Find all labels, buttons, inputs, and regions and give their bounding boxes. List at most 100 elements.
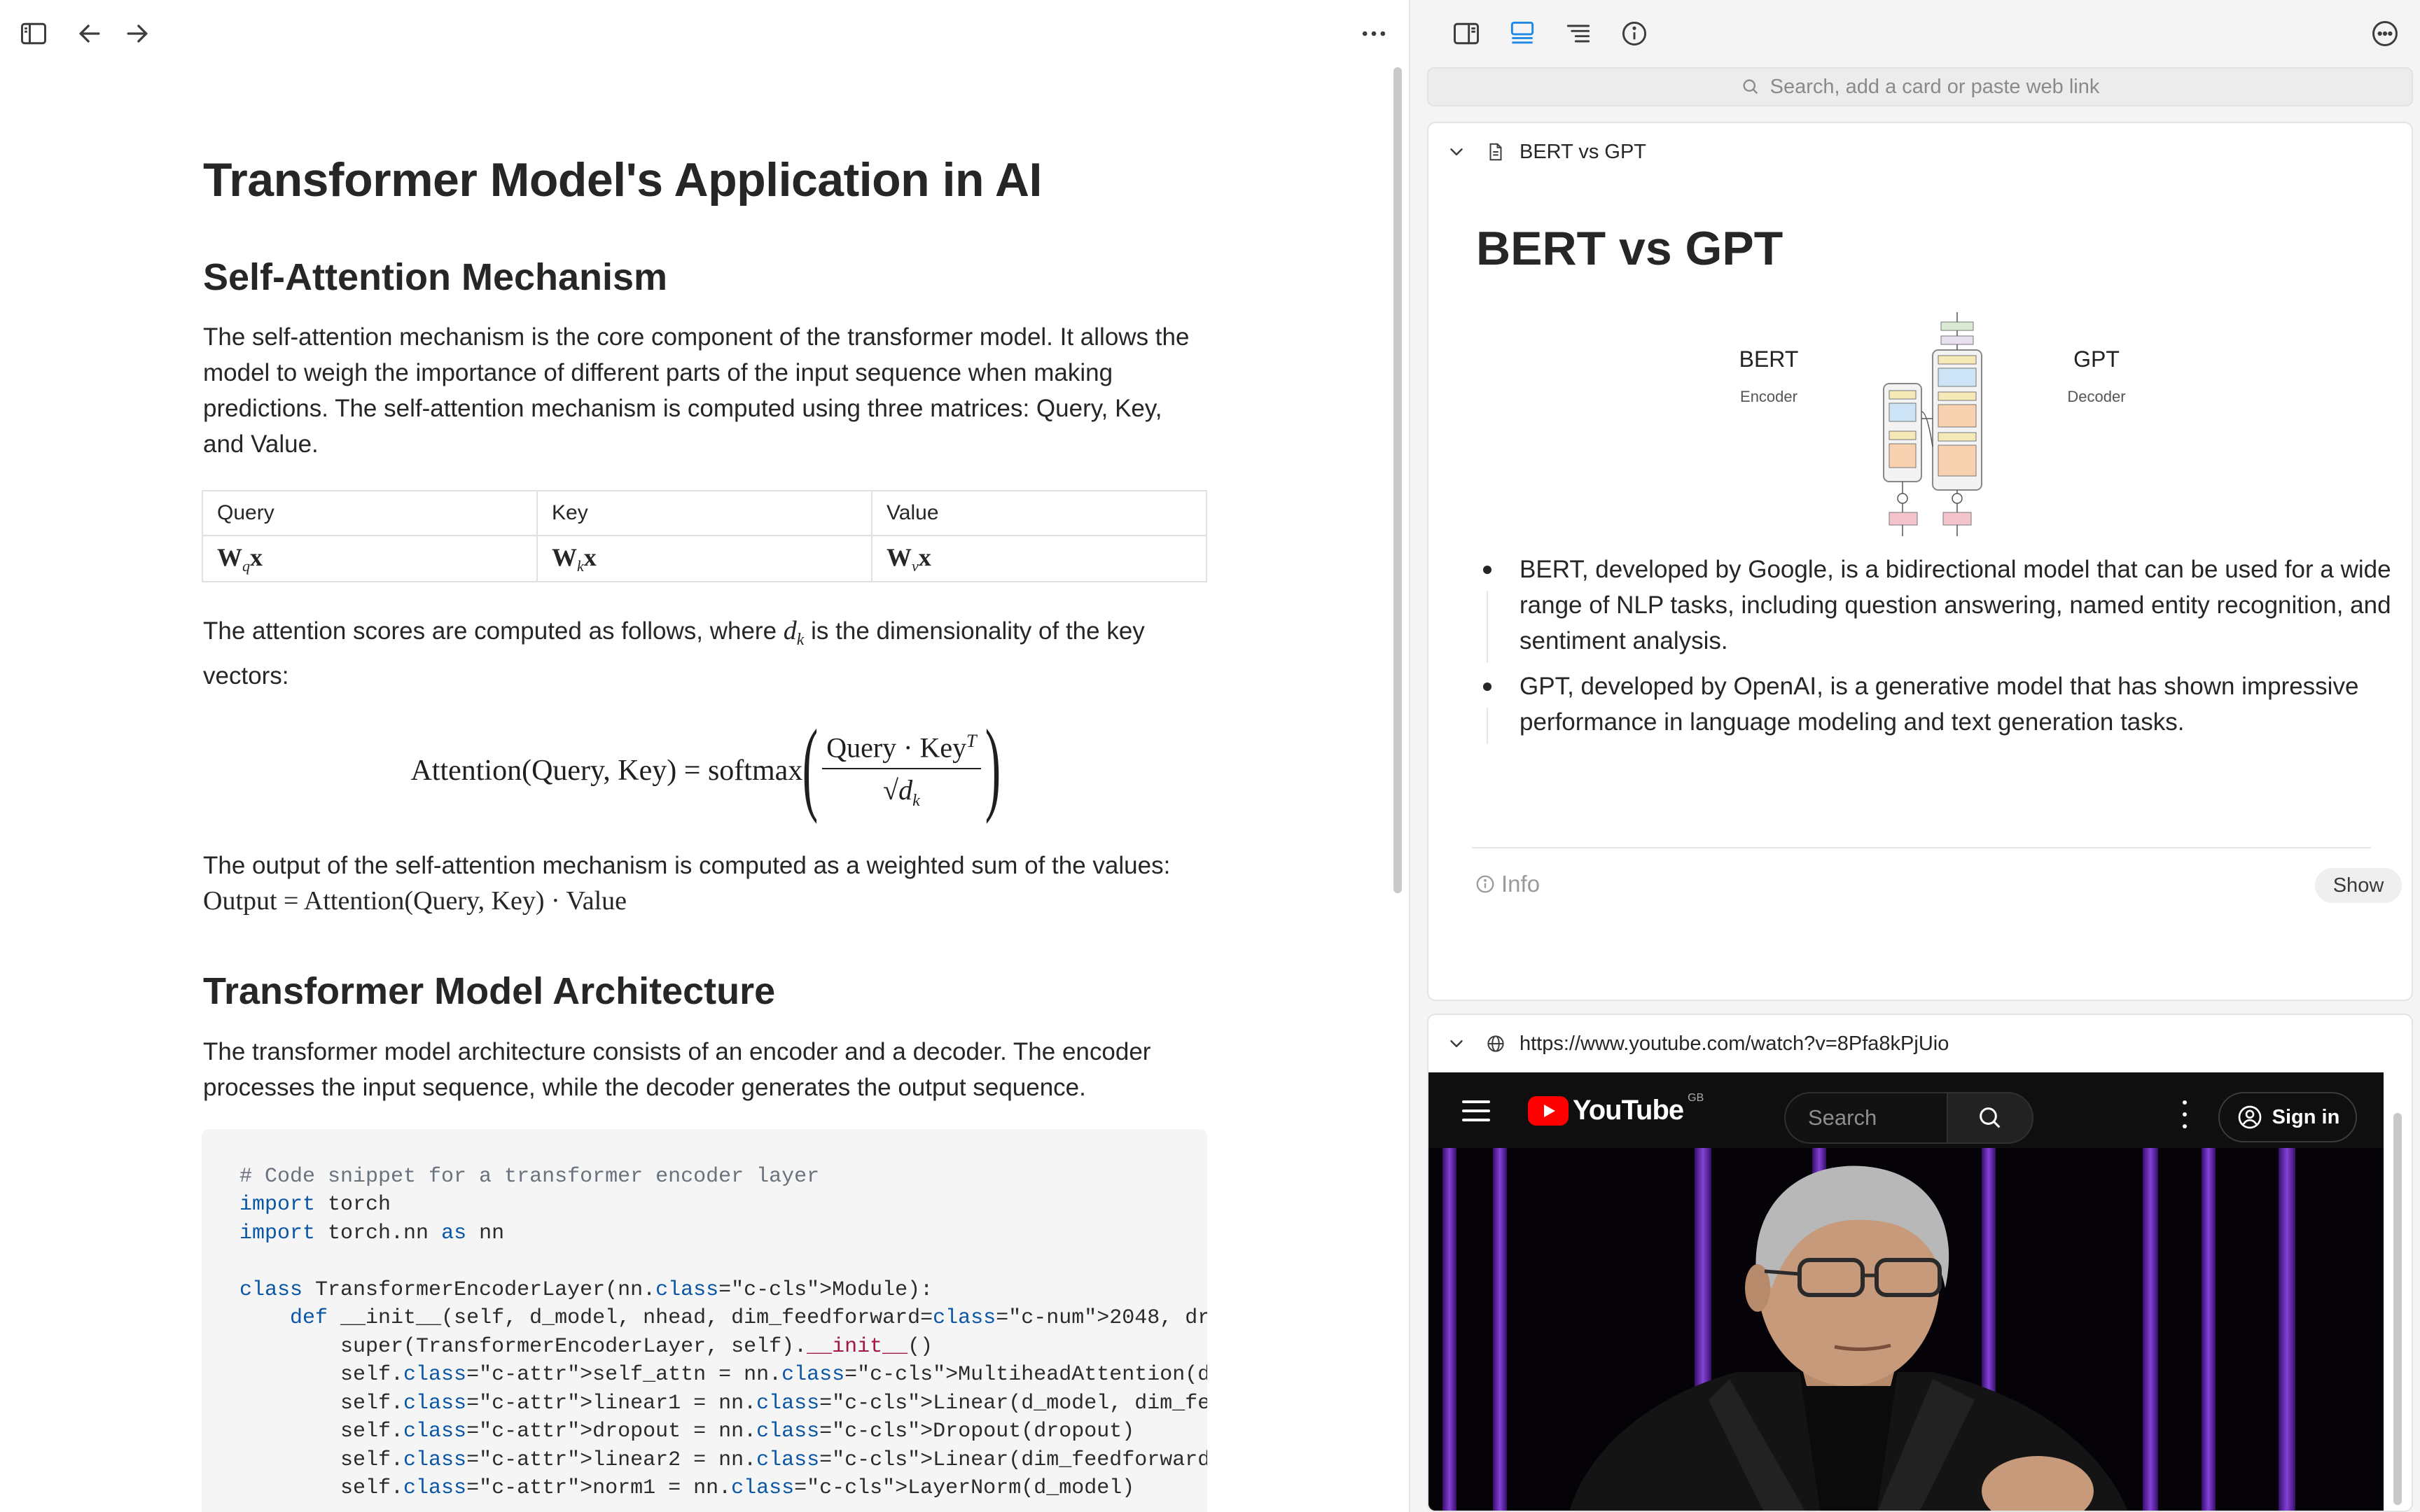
sidebar-toggle-icon[interactable]: [11, 11, 56, 56]
equation-numerator-sup: T: [966, 731, 977, 752]
info-circle-icon: [1476, 875, 1494, 893]
table-header-cell[interactable]: Query: [202, 490, 538, 537]
table-cell-math[interactable]: Wkx: [536, 535, 872, 583]
equation-denominator-text: √d: [883, 774, 913, 806]
code-line: class TransformerEncoderLayer(nn.class="…: [239, 1278, 933, 1302]
section-paragraph-self-attention[interactable]: The self-attention mechanism is the core…: [203, 319, 1208, 462]
more-horizontal-icon[interactable]: [1351, 11, 1396, 56]
card-info-row[interactable]: Info: [1475, 871, 1540, 897]
youtube-logo[interactable]: YouTube GB: [1528, 1091, 1704, 1126]
card-bert-vs-gpt[interactable]: BERT vs GPT BERT vs GPT BERT Encoder GPT…: [1427, 122, 2413, 1001]
document-body: Transformer Model's Application in AI Se…: [202, 154, 1208, 1512]
bullet-guide: [1487, 708, 1488, 744]
card-scrollbar[interactable]: [2393, 1113, 2402, 1505]
attention-paragraph[interactable]: The attention scores are computed as fol…: [203, 613, 1208, 694]
table-cell-math[interactable]: Wqx: [202, 535, 538, 583]
search-icon: [1743, 79, 1758, 94]
youtube-region: GB: [1688, 1091, 1704, 1104]
bullet-dot: [1483, 566, 1491, 574]
equation-right-paren: ): [985, 708, 1001, 825]
bullet-text: BERT, developed by Google, is a bidirect…: [1520, 556, 2391, 654]
card-url[interactable]: https://www.youtube.com/watch?v=8Pfa8kPj…: [1520, 1032, 1949, 1056]
chevron-down-icon[interactable]: [1444, 139, 1469, 164]
code-line: def __init__(self, d_model, nhead, dim_f…: [290, 1306, 1207, 1331]
equation-lhs: Attention(Query, Key) = softmax: [410, 755, 803, 788]
code-line: self.class="c-attr">norm1 = nn.class="c-…: [239, 1476, 1135, 1501]
equation-fraction: Query · KeyT √dk: [822, 731, 981, 811]
youtube-search-button[interactable]: [1947, 1092, 2033, 1144]
youtube-signin-button[interactable]: Sign in: [2218, 1092, 2357, 1142]
section-heading-self-attention[interactable]: Self-Attention Mechanism: [203, 256, 1208, 298]
equation-numerator: Query · KeyT: [822, 731, 981, 770]
bullet-guide: [1487, 591, 1488, 663]
code-line: self.class="c-attr">linear1 = nn.class="…: [239, 1391, 1207, 1415]
math-subscript: v: [912, 556, 919, 575]
card-bullet-list: BERT, developed by Google, is a bidirect…: [1483, 552, 2393, 750]
math-vector: x: [583, 542, 597, 571]
output-paragraph[interactable]: The output of the self-attention mechani…: [203, 848, 1208, 919]
youtube-signin-label: Sign in: [2272, 1105, 2340, 1128]
equation-denominator: √dk: [883, 769, 920, 811]
card-youtube-link[interactable]: https://www.youtube.com/watch?v=8Pfa8kPj…: [1427, 1014, 2413, 1512]
math-base: W: [217, 542, 242, 571]
attention-symbol: d: [783, 616, 797, 646]
youtube-video-frame[interactable]: [1428, 1148, 2384, 1511]
math-subscript: k: [577, 556, 584, 575]
panel-right-icon[interactable]: [1444, 11, 1489, 56]
code-line: import torch.nn as nn: [239, 1221, 505, 1245]
more-circle-icon[interactable]: [2363, 11, 2407, 56]
code-line: self.class="c-attr">linear2 = nn.class="…: [239, 1448, 1207, 1472]
equation-left-paren: (: [802, 708, 819, 825]
code-line: import torch: [239, 1193, 391, 1217]
search-placeholder: Search, add a card or paste web link: [1769, 75, 2100, 98]
editor-scrollbar[interactable]: [1393, 67, 1402, 893]
youtube-search-input[interactable]: Search: [1784, 1092, 1947, 1144]
diagram-left-subtitle: Encoder: [1740, 388, 1797, 405]
list-item[interactable]: GPT, developed by OpenAI, is a generativ…: [1483, 668, 2393, 744]
table-header-cell[interactable]: Key: [536, 490, 872, 537]
table-cell-math[interactable]: Wvx: [871, 535, 1207, 583]
card-header[interactable]: https://www.youtube.com/watch?v=8Pfa8kPj…: [1428, 1015, 2412, 1072]
code-line: # Code snippet for a transformer encoder…: [239, 1164, 820, 1189]
code-line: self.class="c-attr">self_attn = nn.class…: [239, 1363, 1207, 1387]
editor-pane: Transformer Model's Application in AI Se…: [0, 0, 1409, 1512]
youtube-embed[interactable]: YouTube GB Search Sign in: [1428, 1072, 2384, 1511]
equation-denominator-sub: k: [912, 792, 920, 811]
youtube-topbar: YouTube GB Search Sign in: [1428, 1072, 2384, 1148]
cards-sidebar: Search, add a card or paste web link BER…: [1410, 0, 2420, 1512]
forward-arrow-icon[interactable]: [115, 11, 160, 56]
diagram-right-subtitle: Decoder: [2067, 388, 2125, 405]
youtube-play-icon: [1528, 1096, 1569, 1126]
bullet-dot: [1483, 682, 1491, 691]
matrix-table[interactable]: Query Key Value Wqx Wkx Wvx: [202, 490, 1207, 583]
cards-view-icon[interactable]: [1500, 11, 1545, 56]
attention-symbol-sub: k: [796, 631, 805, 650]
equation-numerator-text: Query · Key: [826, 732, 967, 764]
card-title[interactable]: BERT vs GPT: [1476, 221, 1783, 276]
outline-list-icon[interactable]: [1556, 11, 1601, 56]
info-icon[interactable]: [1612, 11, 1657, 56]
globe-icon: [1483, 1031, 1508, 1056]
section-paragraph-architecture[interactable]: The transformer model architecture consi…: [203, 1034, 1208, 1105]
attention-equation[interactable]: Attention(Query, Key) = softmax ( Query …: [203, 714, 1208, 820]
back-arrow-icon[interactable]: [67, 11, 112, 56]
more-vertical-icon[interactable]: [2178, 1100, 2192, 1128]
attention-text-before: The attention scores are computed as fol…: [203, 617, 784, 645]
document-icon: [1483, 139, 1508, 164]
card-search-input[interactable]: Search, add a card or paste web link: [1427, 67, 2413, 106]
hamburger-menu-icon[interactable]: [1462, 1100, 1490, 1121]
card-header[interactable]: BERT vs GPT: [1428, 123, 2412, 181]
chevron-down-icon[interactable]: [1444, 1031, 1469, 1056]
page-title[interactable]: Transformer Model's Application in AI: [203, 154, 1208, 206]
table-header-cell[interactable]: Value: [871, 490, 1207, 537]
list-item[interactable]: BERT, developed by Google, is a bidirect…: [1483, 552, 2393, 663]
show-button[interactable]: Show: [2315, 868, 2402, 903]
user-circle-icon: [2238, 1105, 2261, 1129]
section-heading-architecture[interactable]: Transformer Model Architecture: [203, 970, 1208, 1012]
code-block[interactable]: # Code snippet for a transformer encoder…: [202, 1128, 1207, 1512]
math-base: W: [886, 542, 912, 571]
math-vector: x: [918, 542, 931, 571]
output-formula: Output = Attention(Query, Key) · Value: [203, 886, 627, 916]
math-vector: x: [250, 542, 263, 571]
